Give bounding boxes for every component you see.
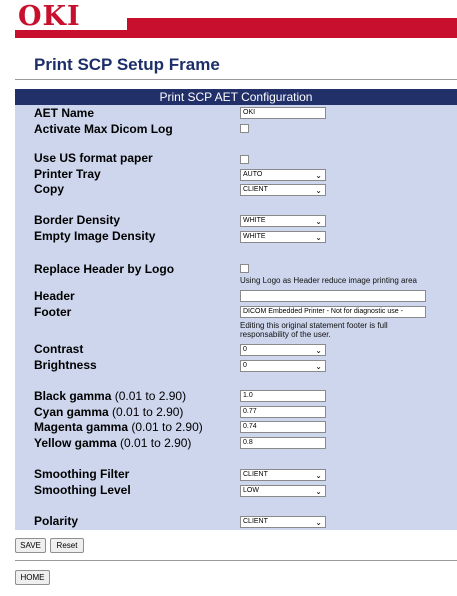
smoothing-level-value: LOW	[243, 487, 259, 494]
replace-header-by-logo-label: Replace Header by Logo	[34, 262, 175, 276]
chevron-down-icon: ⌄	[315, 186, 322, 195]
header-input[interactable]	[240, 290, 426, 302]
replace-header-note: Using Logo as Header reduce image printi…	[240, 276, 417, 285]
cyan-gamma-label: Cyan gamma (0.01 to 2.90)	[34, 405, 183, 419]
yellow-gamma-label: Yellow gamma (0.01 to 2.90)	[34, 436, 191, 450]
smoothing-level-select[interactable]: LOW ⌄	[240, 485, 326, 497]
footer-label: Footer	[34, 305, 72, 319]
border-density-label: Border Density	[34, 213, 121, 227]
use-us-format-paper-label: Use US format paper	[34, 151, 153, 165]
copy-label: Copy	[34, 182, 64, 196]
black-gamma-range: (0.01 to 2.90)	[114, 389, 187, 403]
replace-header-by-logo-checkbox[interactable]	[240, 264, 249, 273]
footer-input[interactable]: DICOM Embedded Printer - Not for diagnos…	[240, 306, 426, 318]
empty-image-density-value: WHITE	[243, 233, 266, 240]
footer-divider	[15, 560, 457, 561]
empty-image-density-label: Empty Image Density	[34, 229, 156, 243]
printer-tray-label: Printer Tray	[34, 167, 101, 181]
chevron-down-icon: ⌄	[315, 362, 322, 371]
brightness-select[interactable]: 0 ⌄	[240, 360, 326, 372]
yellow-gamma-name: Yellow gamma	[34, 436, 117, 450]
oki-logo: OKI	[18, 1, 81, 32]
reset-button[interactable]: Reset	[50, 538, 84, 553]
border-density-value: WHITE	[243, 217, 266, 224]
black-gamma-name: Black gamma	[34, 389, 112, 403]
contrast-label: Contrast	[34, 342, 84, 356]
magenta-gamma-name: Magenta gamma	[34, 420, 129, 434]
border-density-select[interactable]: WHITE ⌄	[240, 215, 326, 227]
brightness-value: 0	[243, 362, 247, 369]
chevron-down-icon: ⌄	[315, 233, 322, 242]
polarity-select[interactable]: CLIENT ⌄	[240, 516, 326, 528]
magenta-gamma-label: Magenta gamma (0.01 to 2.90)	[34, 420, 203, 434]
footer-note-line2: responsability of the user.	[240, 330, 331, 339]
aet-name-input[interactable]: OKI	[240, 107, 326, 119]
black-gamma-input[interactable]: 1.0	[240, 390, 326, 402]
chevron-down-icon: ⌄	[315, 171, 322, 180]
activate-max-dicom-log-label: Activate Max Dicom Log	[34, 122, 173, 136]
chevron-down-icon: ⌄	[315, 217, 322, 226]
contrast-value: 0	[243, 346, 247, 353]
title-divider	[15, 79, 457, 80]
aet-name-label: AET Name	[34, 106, 95, 120]
contrast-select[interactable]: 0 ⌄	[240, 344, 326, 356]
save-button[interactable]: SAVE	[15, 538, 46, 553]
yellow-gamma-range: (0.01 to 2.90)	[120, 436, 192, 450]
chevron-down-icon: ⌄	[315, 346, 322, 355]
cyan-gamma-name: Cyan gamma	[34, 405, 109, 419]
black-gamma-label: Black gamma (0.01 to 2.90)	[34, 389, 186, 403]
cyan-gamma-range: (0.01 to 2.90)	[112, 405, 184, 419]
smoothing-filter-select[interactable]: CLIENT ⌄	[240, 469, 326, 481]
chevron-down-icon: ⌄	[315, 518, 322, 527]
magenta-gamma-range: (0.01 to 2.90)	[131, 420, 203, 434]
chevron-down-icon: ⌄	[315, 471, 322, 480]
footer-note-line1: Editing this original statement footer i…	[240, 321, 388, 330]
empty-image-density-select[interactable]: WHITE ⌄	[240, 231, 326, 243]
use-us-format-paper-checkbox[interactable]	[240, 155, 249, 164]
activate-max-dicom-log-checkbox[interactable]	[240, 124, 249, 133]
polarity-label: Polarity	[34, 514, 79, 528]
chevron-down-icon: ⌄	[315, 487, 322, 496]
brightness-label: Brightness	[34, 358, 97, 372]
polarity-value: CLIENT	[243, 518, 268, 525]
header-label: Header	[34, 289, 75, 303]
cyan-gamma-input[interactable]: 0.77	[240, 406, 326, 418]
smoothing-filter-value: CLIENT	[243, 471, 268, 478]
magenta-gamma-input[interactable]: 0.74	[240, 421, 326, 433]
smoothing-filter-label: Smoothing Filter	[34, 467, 130, 481]
printer-tray-select[interactable]: AUTO ⌄	[240, 169, 326, 181]
smoothing-level-label: Smoothing Level	[34, 483, 131, 497]
yellow-gamma-input[interactable]: 0.8	[240, 437, 326, 449]
page-title: Print SCP Setup Frame	[34, 55, 220, 74]
copy-select[interactable]: CLIENT ⌄	[240, 184, 326, 196]
copy-value: CLIENT	[243, 186, 268, 193]
home-button[interactable]: HOME	[15, 570, 50, 585]
printer-tray-value: AUTO	[243, 171, 263, 178]
panel-header: Print SCP AET Configuration	[15, 89, 457, 105]
